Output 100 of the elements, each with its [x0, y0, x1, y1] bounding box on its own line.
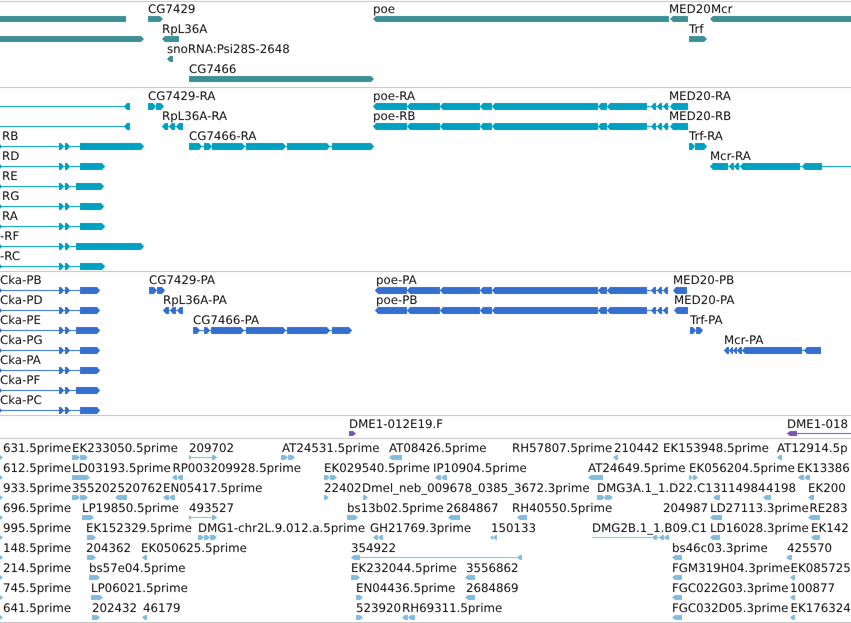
est-feature[interactable]	[517, 515, 527, 520]
est-feature[interactable]	[490, 535, 497, 540]
est-feature[interactable]	[72, 495, 88, 500]
protein-feature[interactable]	[0, 406, 100, 414]
gene-feature[interactable]	[162, 36, 179, 42]
protein-feature[interactable]	[724, 346, 821, 354]
protein-feature[interactable]	[0, 326, 100, 334]
est-feature[interactable]	[777, 455, 782, 460]
est-feature[interactable]	[0, 615, 3, 620]
est-feature[interactable]	[592, 535, 669, 540]
est-feature[interactable]	[710, 515, 722, 520]
est-feature[interactable]	[373, 535, 383, 540]
est-feature[interactable]	[790, 575, 795, 580]
protein-feature[interactable]	[193, 326, 352, 334]
est-feature[interactable]	[0, 575, 3, 580]
est-feature[interactable]	[87, 555, 96, 560]
transcript-feature[interactable]	[373, 122, 669, 130]
transcript-feature[interactable]	[0, 242, 144, 250]
transcript-feature[interactable]	[670, 122, 688, 130]
transcript-feature[interactable]	[0, 182, 104, 190]
clone-end-feature[interactable]	[349, 431, 356, 436]
est-feature[interactable]	[189, 455, 217, 460]
est-feature[interactable]	[356, 615, 363, 620]
est-feature[interactable]	[790, 615, 795, 620]
est-feature[interactable]	[172, 475, 183, 480]
est-feature[interactable]	[613, 455, 618, 460]
protein-feature[interactable]	[0, 306, 100, 314]
est-feature[interactable]	[142, 555, 147, 560]
protein-feature[interactable]	[0, 366, 100, 374]
est-feature[interactable]	[808, 495, 814, 500]
est-feature[interactable]	[0, 455, 3, 460]
est-feature[interactable]	[0, 595, 3, 600]
est-feature[interactable]	[356, 595, 363, 600]
est-feature[interactable]	[713, 495, 720, 500]
est-feature[interactable]	[597, 495, 613, 500]
transcript-feature[interactable]	[148, 102, 164, 110]
transcript-feature[interactable]	[710, 162, 851, 170]
est-feature[interactable]	[198, 535, 217, 540]
est-feature[interactable]	[465, 595, 475, 600]
est-feature[interactable]	[87, 535, 96, 540]
transcript-feature[interactable]	[0, 122, 130, 130]
protein-feature[interactable]	[375, 286, 668, 294]
est-feature[interactable]	[363, 495, 368, 500]
est-feature[interactable]	[281, 455, 295, 460]
est-feature[interactable]	[689, 475, 698, 480]
est-feature[interactable]	[786, 555, 792, 560]
transcript-feature[interactable]	[189, 142, 374, 150]
est-feature[interactable]	[189, 515, 217, 520]
est-feature[interactable]	[89, 575, 100, 580]
protein-feature[interactable]	[690, 326, 703, 334]
gene-feature[interactable]	[148, 16, 163, 22]
transcript-feature[interactable]	[0, 162, 105, 170]
est-feature[interactable]	[115, 495, 127, 500]
transcript-feature[interactable]	[162, 122, 183, 130]
clone-end-feature[interactable]	[787, 431, 851, 436]
est-feature[interactable]	[351, 555, 522, 560]
est-feature[interactable]	[72, 455, 88, 460]
est-feature[interactable]	[798, 475, 810, 480]
est-feature[interactable]	[790, 595, 795, 600]
transcript-feature[interactable]	[670, 102, 688, 110]
transcript-feature[interactable]	[689, 142, 707, 150]
est-feature[interactable]	[0, 515, 3, 520]
est-feature[interactable]	[72, 475, 90, 480]
est-feature[interactable]	[811, 535, 820, 540]
transcript-feature[interactable]	[0, 102, 130, 110]
est-feature[interactable]	[351, 575, 360, 580]
protein-feature[interactable]	[375, 306, 668, 314]
est-feature[interactable]	[324, 495, 329, 500]
est-feature[interactable]	[0, 475, 3, 480]
est-feature[interactable]	[435, 475, 447, 480]
transcript-feature[interactable]	[373, 102, 669, 110]
gene-feature[interactable]	[167, 56, 173, 62]
est-feature[interactable]	[347, 515, 358, 520]
est-feature[interactable]	[710, 535, 720, 540]
transcript-feature[interactable]	[0, 202, 104, 210]
transcript-feature[interactable]	[0, 142, 144, 150]
est-feature[interactable]	[672, 595, 682, 600]
transcript-feature[interactable]	[0, 262, 105, 270]
est-feature[interactable]	[402, 615, 415, 620]
protein-feature[interactable]	[0, 386, 100, 394]
est-feature[interactable]	[588, 475, 603, 480]
est-feature[interactable]	[0, 535, 3, 540]
protein-feature[interactable]	[163, 306, 183, 314]
gene-feature[interactable]	[689, 36, 707, 42]
est-feature[interactable]	[324, 475, 337, 480]
protein-feature[interactable]	[0, 286, 100, 294]
est-feature[interactable]	[0, 555, 3, 560]
protein-feature[interactable]	[673, 286, 687, 294]
est-feature[interactable]	[448, 515, 460, 520]
gene-feature[interactable]	[670, 16, 688, 22]
est-feature[interactable]	[808, 515, 820, 520]
est-feature[interactable]	[142, 615, 147, 620]
est-feature[interactable]	[763, 495, 771, 500]
transcript-feature[interactable]	[0, 222, 105, 230]
est-feature[interactable]	[163, 495, 175, 500]
est-feature[interactable]	[672, 555, 682, 560]
est-feature[interactable]	[0, 495, 3, 500]
est-feature[interactable]	[465, 575, 475, 580]
protein-feature[interactable]	[149, 286, 165, 294]
est-feature[interactable]	[672, 615, 682, 620]
